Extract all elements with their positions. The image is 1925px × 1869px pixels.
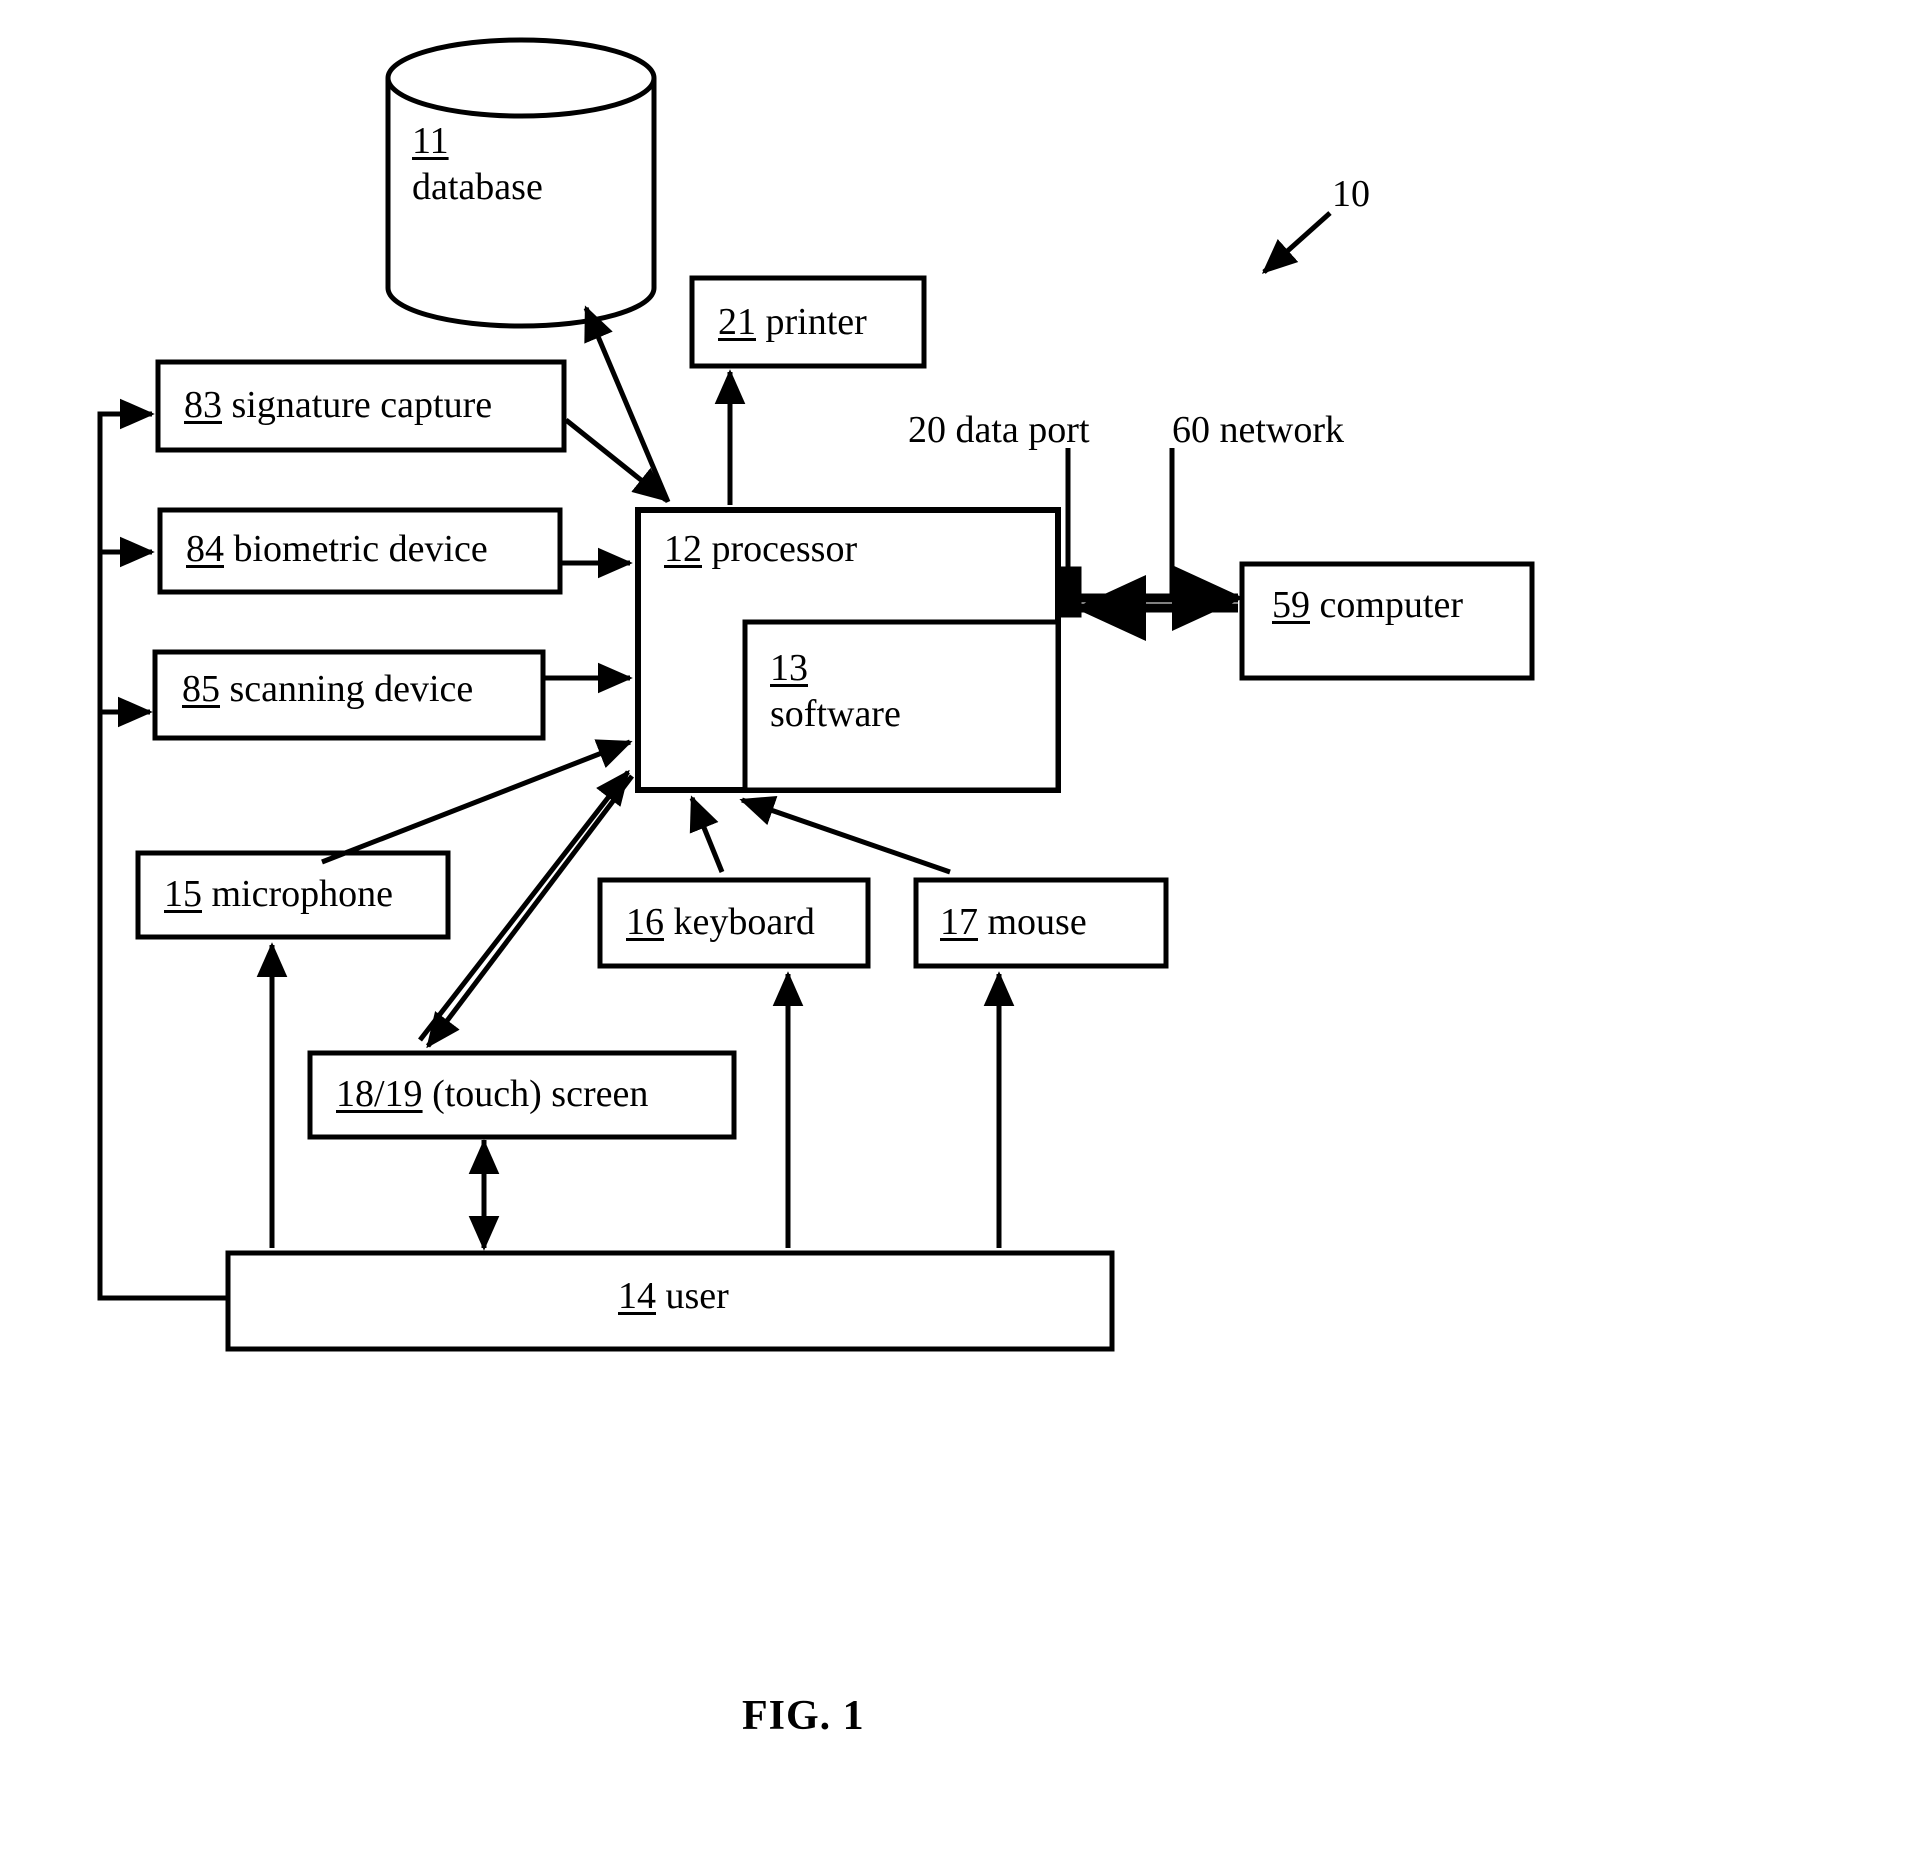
scanning-device-box <box>152 649 546 741</box>
database-label: 11 database <box>412 118 612 211</box>
computer-box <box>1239 561 1535 681</box>
software-label: 13 software <box>770 645 901 738</box>
data-port-connector <box>1056 566 1082 618</box>
arrow-processor-to-database <box>583 305 671 503</box>
figure-caption: FIG. 1 <box>742 1693 865 1739</box>
microphone-box <box>135 850 451 940</box>
arrow-keyboard-to-processor <box>689 795 725 873</box>
user-box <box>225 1250 1115 1352</box>
software-ref: 13 <box>770 647 808 689</box>
arrow-system-ref-leader <box>1261 211 1332 274</box>
keyboard-box <box>597 877 871 969</box>
software-name: software <box>770 693 901 736</box>
network-annotation: 60 network <box>1172 409 1345 451</box>
mouse-box <box>913 877 1169 969</box>
diagram-vector-layer <box>97 37 1535 1352</box>
arrow-microphone-to-processor <box>321 739 633 865</box>
biometric-device-box <box>157 507 563 595</box>
system-reference-number: 10 <box>1332 173 1370 215</box>
database-name: database <box>412 166 543 209</box>
data-port-annotation: 20 data port <box>908 409 1090 451</box>
touch-screen-box <box>307 1050 737 1140</box>
signature-capture-box <box>155 359 567 453</box>
patent-figure: 11 database 21 printer 83 signature capt… <box>0 0 1925 1869</box>
arrow-mouse-to-processor <box>739 795 951 875</box>
printer-box <box>689 275 927 369</box>
database-ref: 11 <box>412 120 449 162</box>
